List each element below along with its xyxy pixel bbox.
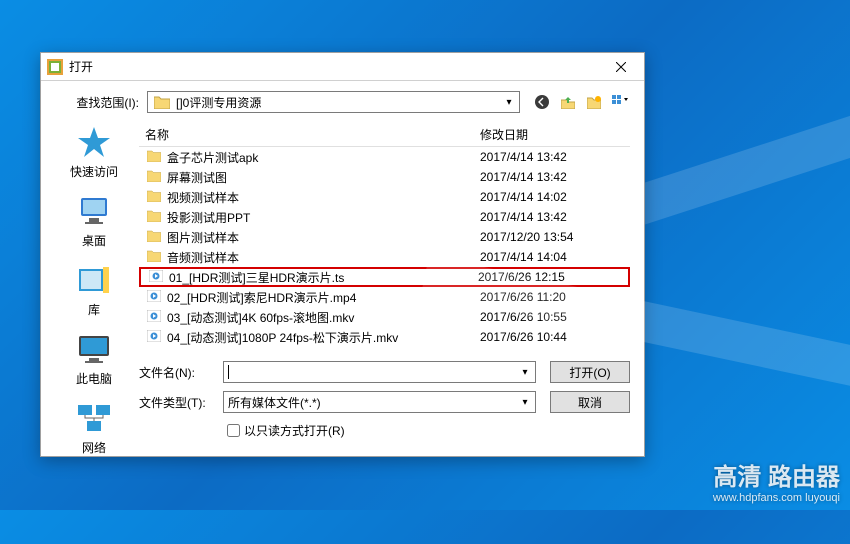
place-icon (74, 330, 114, 368)
file-date: 2017/4/14 13:42 (480, 150, 630, 164)
titlebar[interactable]: 打开 (41, 53, 644, 81)
view-button[interactable] (610, 92, 630, 112)
readonly-label[interactable]: 以只读方式打开(R) (244, 422, 345, 439)
open-button[interactable]: 打开(O) (550, 361, 630, 383)
close-icon (616, 62, 626, 72)
place-item[interactable]: 网络 (55, 399, 133, 456)
file-date: 2017/12/20 13:54 (480, 230, 630, 244)
place-label: 桌面 (55, 232, 133, 249)
cancel-button[interactable]: 取消 (550, 391, 630, 413)
file-name: 盒子芯片测试apk (167, 149, 480, 166)
folder-icon (145, 150, 163, 165)
place-item[interactable]: 快速访问 (55, 123, 133, 180)
app-icon (47, 59, 63, 75)
file-date: 2017/4/14 14:04 (480, 250, 630, 264)
file-name: 投影测试用PPT (167, 209, 480, 226)
file-type-value: 所有媒体文件(*.*) (228, 394, 321, 411)
video-file-icon (145, 290, 163, 305)
column-headers[interactable]: 名称 修改日期 (139, 123, 630, 147)
column-name[interactable]: 名称 (145, 126, 480, 143)
close-button[interactable] (600, 55, 642, 79)
file-date: 2017/4/14 13:42 (480, 210, 630, 224)
file-name: 01_[HDR测试]三星HDR演示片.ts (169, 269, 478, 286)
column-date[interactable]: 修改日期 (480, 126, 630, 143)
chevron-down-icon[interactable]: ▾ (517, 364, 533, 380)
file-row[interactable]: 04_[动态测试]1080P 24fps-松下演示片.mkv2017/6/26 … (139, 327, 630, 347)
file-name: 图片测试样本 (167, 229, 480, 246)
video-file-icon (145, 310, 163, 325)
file-name: 02_[HDR测试]索尼HDR演示片.mp4 (167, 289, 480, 306)
file-type-select[interactable]: 所有媒体文件(*.*) ▾ (223, 391, 536, 413)
readonly-row: 以只读方式打开(R) (223, 421, 630, 440)
file-date: 2017/6/26 10:55 (480, 310, 630, 324)
file-row[interactable]: 视频测试样本2017/4/14 14:02 (139, 187, 630, 207)
file-row[interactable]: 盒子芯片测试apk2017/4/14 13:42 (139, 147, 630, 167)
form-area: 文件名(N): ▾ 打开(O) 文件类型(T): 所有媒体文件(*.*) ▾ 取… (139, 361, 630, 454)
dialog-body: 快速访问桌面库此电脑网络 名称 修改日期 盒子芯片测试apk2017/4/14 … (41, 123, 644, 456)
file-name: 屏幕测试图 (167, 169, 480, 186)
chevron-down-icon[interactable]: ▾ (517, 394, 533, 410)
file-row[interactable]: 音频测试样本2017/4/14 14:04 (139, 247, 630, 267)
place-icon (74, 399, 114, 437)
folder-icon (152, 92, 172, 112)
look-in-combo[interactable]: []0评测专用资源 ▾ (147, 91, 520, 113)
file-date: 2017/6/26 11:20 (480, 290, 630, 304)
file-row[interactable]: 02_[HDR测试]索尼HDR演示片.mp42017/6/26 11:20 (139, 287, 630, 307)
file-pane: 名称 修改日期 盒子芯片测试apk2017/4/14 13:42屏幕测试图201… (139, 123, 630, 456)
file-list[interactable]: 盒子芯片测试apk2017/4/14 13:42屏幕测试图2017/4/14 1… (139, 147, 630, 347)
file-row[interactable]: 03_[动态测试]4K 60fps-滚地图.mkv2017/6/26 10:55 (139, 307, 630, 327)
file-row[interactable]: 01_[HDR测试]三星HDR演示片.ts2017/6/26 12:15 (139, 267, 630, 287)
folder-icon (145, 250, 163, 265)
file-date: 2017/6/26 12:15 (478, 270, 628, 284)
file-name-input[interactable]: ▾ (223, 361, 536, 383)
file-name: 视频测试样本 (167, 189, 480, 206)
open-file-dialog: 打开 查找范围(I): []0评测专用资源 ▾ 快速访问桌面库此电脑网络 名称 … (40, 52, 645, 457)
new-folder-button[interactable] (584, 92, 604, 112)
look-in-label: 查找范围(I): (55, 94, 139, 111)
current-folder: []0评测专用资源 (176, 94, 261, 111)
file-row[interactable]: 屏幕测试图2017/4/14 13:42 (139, 167, 630, 187)
file-date: 2017/4/14 13:42 (480, 170, 630, 184)
file-row[interactable]: 图片测试样本2017/12/20 13:54 (139, 227, 630, 247)
readonly-checkbox[interactable] (227, 424, 240, 437)
place-item[interactable]: 此电脑 (55, 330, 133, 387)
folder-icon (145, 190, 163, 205)
folder-icon (145, 230, 163, 245)
watermark-sub: www.hdpfans.com luyouqi (713, 492, 840, 504)
watermark-main: 高清 路由器 (713, 457, 840, 492)
file-date: 2017/4/14 14:02 (480, 190, 630, 204)
place-label: 此电脑 (55, 370, 133, 387)
file-name: 04_[动态测试]1080P 24fps-松下演示片.mkv (167, 329, 480, 346)
file-row[interactable]: 投影测试用PPT2017/4/14 13:42 (139, 207, 630, 227)
watermark: 高清 路由器 www.hdpfans.com luyouqi (713, 457, 840, 504)
up-button[interactable] (558, 92, 578, 112)
folder-icon (145, 210, 163, 225)
place-icon (74, 123, 114, 161)
text-cursor (228, 365, 229, 379)
folder-icon (145, 170, 163, 185)
place-item[interactable]: 桌面 (55, 192, 133, 249)
place-label: 网络 (55, 439, 133, 456)
file-name: 音频测试样本 (167, 249, 480, 266)
place-label: 快速访问 (55, 163, 133, 180)
file-date: 2017/6/26 10:44 (480, 330, 630, 344)
look-in-row: 查找范围(I): []0评测专用资源 ▾ (41, 81, 644, 123)
chevron-down-icon[interactable]: ▾ (501, 94, 517, 110)
file-name: 03_[动态测试]4K 60fps-滚地图.mkv (167, 309, 480, 326)
file-type-label: 文件类型(T): (139, 394, 223, 411)
place-icon (74, 261, 114, 299)
place-label: 库 (55, 301, 133, 318)
nav-buttons (528, 92, 630, 112)
place-item[interactable]: 库 (55, 261, 133, 318)
file-name-label: 文件名(N): (139, 364, 223, 381)
place-icon (74, 192, 114, 230)
places-bar: 快速访问桌面库此电脑网络 (55, 123, 133, 456)
dialog-title: 打开 (69, 58, 600, 75)
video-file-icon (147, 270, 165, 285)
back-button[interactable] (532, 92, 552, 112)
video-file-icon (145, 330, 163, 345)
